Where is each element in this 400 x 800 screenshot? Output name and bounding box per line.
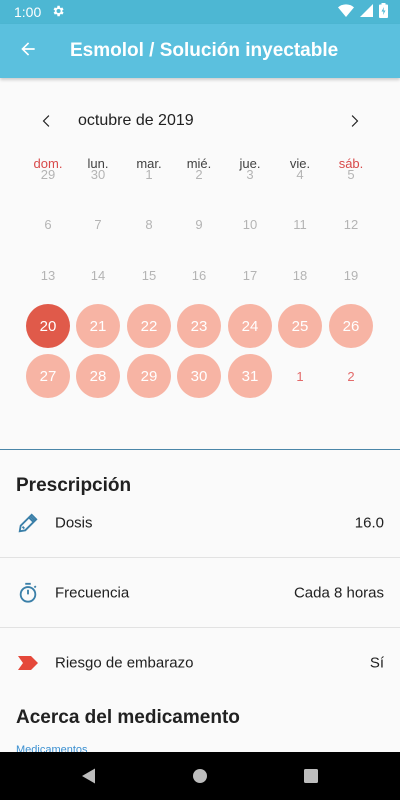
signal-icon <box>360 4 373 20</box>
calendar-day[interactable]: 1 <box>278 354 322 398</box>
calendar-day[interactable]: 22 <box>127 304 171 348</box>
page-title: Esmolol / Solución inyectable <box>70 40 339 61</box>
nav-back-button[interactable] <box>77 764 101 788</box>
calendar-day[interactable]: 14 <box>76 253 120 297</box>
calendar-day[interactable]: 28 <box>76 354 120 398</box>
calendar-day[interactable]: 29 <box>127 354 171 398</box>
dose-value: 16.0 <box>354 514 384 531</box>
pregnancy-risk-label: Riesgo de embarazo <box>55 654 194 672</box>
calendar-day[interactable]: 30 <box>76 152 120 196</box>
pregnancy-risk-value: Sí <box>369 654 384 672</box>
tag-chevron-icon <box>16 651 40 675</box>
next-month-button[interactable] <box>340 110 368 136</box>
calendar-day[interactable]: 13 <box>26 253 70 297</box>
calendar-header: octubre de 2019 <box>0 110 400 136</box>
wifi-icon <box>338 3 354 21</box>
calendar-day[interactable]: 2 <box>329 354 373 398</box>
about-title: Acerca del medicamento <box>16 707 240 728</box>
calendar-day[interactable]: 4 <box>278 152 322 196</box>
calendar-day[interactable]: 12 <box>329 202 373 246</box>
calendar-day[interactable]: 17 <box>228 253 272 297</box>
calendar: octubre de 2019 dom. lun. mar. mié. jue. vie.… <box>0 78 400 450</box>
previous-month-button[interactable] <box>33 110 61 136</box>
chevron-left-icon <box>40 114 54 133</box>
calendar-day[interactable]: 8 <box>127 202 171 246</box>
calendar-day[interactable]: 23 <box>177 304 221 348</box>
calendar-day[interactable]: 16 <box>177 253 221 297</box>
calendar-day[interactable]: 5 <box>329 152 373 196</box>
frequency-row[interactable]: Frecuencia Cada 8 horas <box>0 558 400 628</box>
dropper-icon <box>16 511 40 535</box>
calendar-month-label: octubre de 2019 <box>78 112 194 129</box>
calendar-day[interactable]: 27 <box>26 354 70 398</box>
arrow-left-icon <box>18 39 38 64</box>
calendar-day[interactable]: 21 <box>76 304 120 348</box>
stopwatch-icon <box>16 581 40 605</box>
nav-recents-button[interactable] <box>299 764 323 788</box>
app-bar: Esmolol / Solución inyectable <box>0 24 400 78</box>
calendar-day-selected[interactable]: 20 <box>26 304 70 348</box>
calendar-day[interactable]: 9 <box>177 202 221 246</box>
calendar-day[interactable]: 30 <box>177 354 221 398</box>
calendar-day[interactable]: 19 <box>329 253 373 297</box>
recents-square-icon <box>299 769 323 792</box>
frequency-label: Frecuencia <box>55 584 130 601</box>
calendar-day[interactable]: 3 <box>228 152 272 196</box>
system-navigation-bar <box>0 752 400 800</box>
back-button[interactable] <box>0 24 56 78</box>
calendar-day[interactable]: 29 <box>26 152 70 196</box>
status-bar: 1:00 <box>0 0 400 24</box>
calendar-day[interactable]: 2 <box>177 152 221 196</box>
chevron-right-icon <box>347 114 361 133</box>
home-circle-icon <box>188 769 212 792</box>
back-triangle-icon <box>77 768 101 792</box>
dose-row[interactable]: Dosis 16.0 <box>0 488 400 558</box>
pregnancy-risk-row[interactable]: Riesgo de embarazo Sí <box>0 628 400 698</box>
frequency-value: Cada 8 horas <box>293 584 384 601</box>
calendar-day[interactable]: 18 <box>278 253 322 297</box>
nav-home-button[interactable] <box>188 764 212 788</box>
calendar-day[interactable]: 26 <box>329 304 373 348</box>
calendar-day[interactable]: 15 <box>127 253 171 297</box>
calendar-day[interactable]: 7 <box>76 202 120 246</box>
calendar-day[interactable]: 31 <box>228 354 272 398</box>
dose-label: Dosis <box>55 514 93 531</box>
calendar-day[interactable]: 6 <box>26 202 70 246</box>
gear-icon <box>51 4 65 21</box>
status-time: 1:00 <box>14 4 42 20</box>
calendar-day[interactable]: 24 <box>228 304 272 348</box>
calendar-day[interactable]: 25 <box>278 304 322 348</box>
calendar-day[interactable]: 11 <box>278 202 322 246</box>
calendar-day[interactable]: 10 <box>228 202 272 246</box>
battery-icon <box>379 3 388 21</box>
calendar-day[interactable]: 1 <box>127 152 171 196</box>
